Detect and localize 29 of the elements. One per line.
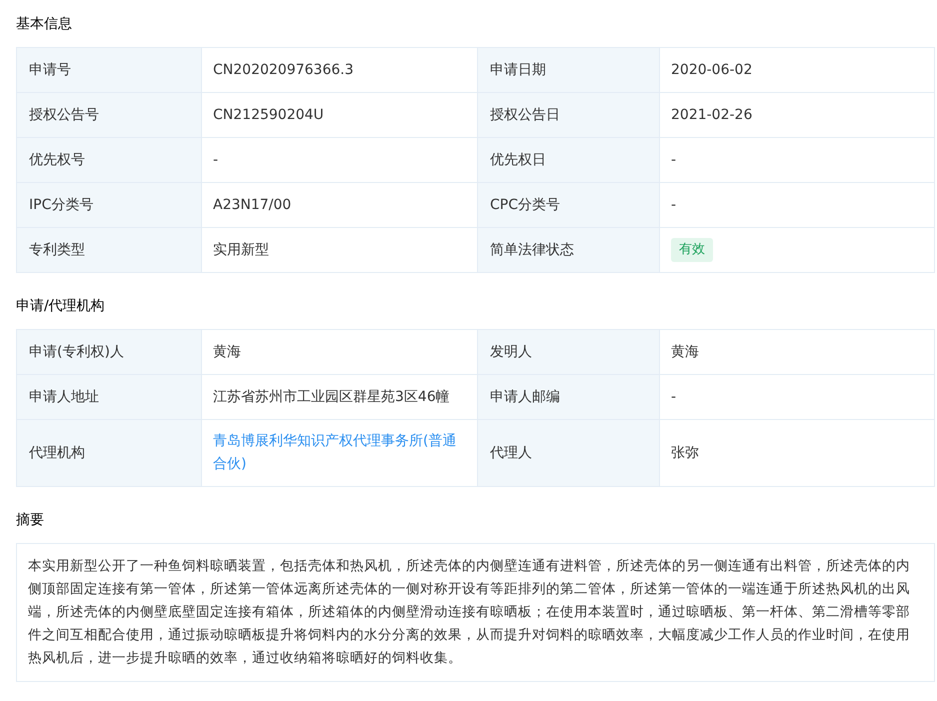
- field-label: 申请号: [17, 48, 202, 93]
- field-label: 专利类型: [17, 228, 202, 273]
- section-title: 申请/代理机构: [16, 297, 106, 316]
- field-label: 发明人: [478, 330, 660, 375]
- field-label: IPC分类号: [17, 183, 202, 228]
- field-value: 2021-02-26: [660, 93, 935, 138]
- field-label: 授权公告日: [478, 93, 660, 138]
- field-value: -: [660, 183, 935, 228]
- field-label: 申请日期: [478, 48, 660, 93]
- abstract-text: 本实用新型公开了一种鱼饲料晾晒装置，包括壳体和热风机，所述壳体的内侧壁连通有进料管，所述壳体的另一侧连通有出料管，所述壳体的内侧顶部固定连接有第一管体，所述第一管体远离所述壳体的一侧对称开设有等距排列的第二管体，所述第一管体的一端连通于所述热风机的出风端，所述壳体的内侧壁底壁固定连接有箱体，所述箱体的内侧壁滑动连接有晾晒板；在使用本装置时，通过晾晒板、第一杆体、第二滑槽等零部件之间互相配合使用，通过振动晾晒板提升将饲料内的水分分离的效果，从而提升对饲料的晾晒效率，大幅度减少工作人员的作业时间，在使用热风机后，进一步提升晾晒的效率，通过收纳箱将晾晒好的饲料收集。: [16, 543, 935, 682]
- field-label: 代理人: [478, 420, 660, 487]
- field-label: 申请人地址: [17, 375, 202, 420]
- field-value: -: [660, 375, 935, 420]
- field-label: 简单法律状态: [478, 228, 660, 273]
- section-title: 摘要: [16, 511, 45, 530]
- field-label: 代理机构: [17, 420, 202, 487]
- field-label: 授权公告号: [17, 93, 202, 138]
- field-label: CPC分类号: [478, 183, 660, 228]
- field-label: 优先权日: [478, 138, 660, 183]
- field-value: 张弥: [660, 420, 935, 487]
- section-title: 基本信息: [16, 15, 73, 34]
- field-value: 2020-06-02: [660, 48, 935, 93]
- field-value: -: [660, 138, 935, 183]
- field-label: 优先权号: [17, 138, 202, 183]
- field-label: 申请人邮编: [478, 375, 660, 420]
- field-value: 黄海: [660, 330, 935, 375]
- agency-link[interactable]: 青岛博展利华知识产权代理事务所(普通合伙): [213, 430, 466, 476]
- field-label: 申请(专利权)人: [17, 330, 202, 375]
- status-badge: 有效: [671, 238, 713, 262]
